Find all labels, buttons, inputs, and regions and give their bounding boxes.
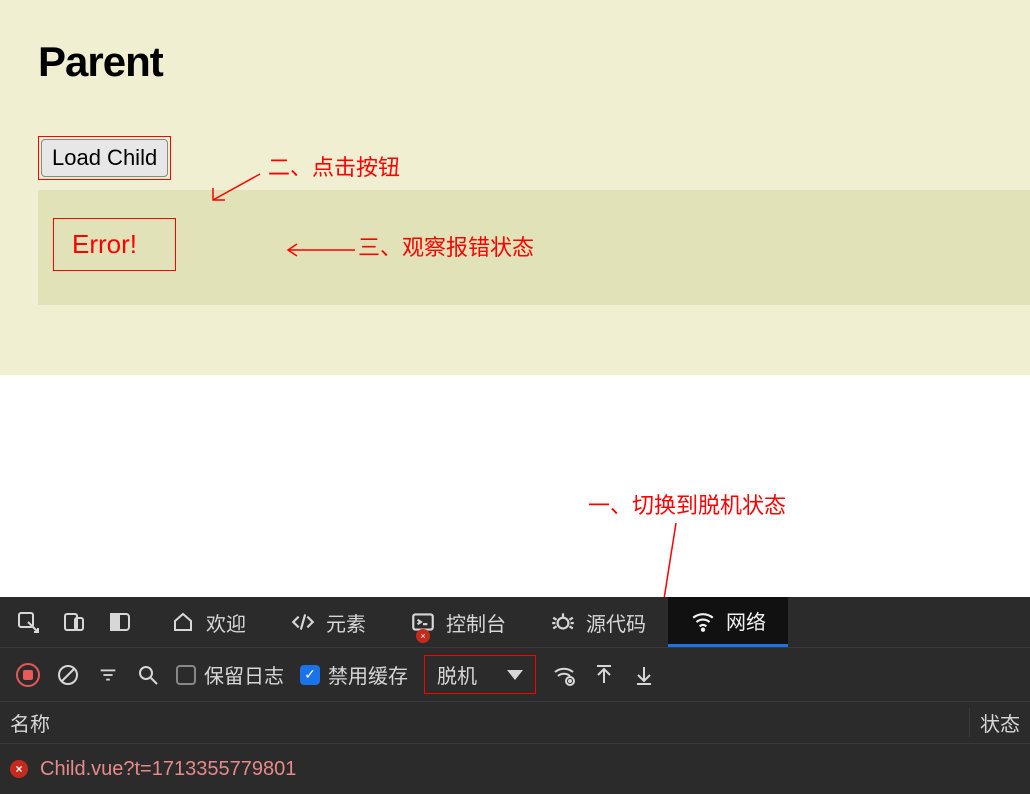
- tab-elements-label: 元素: [326, 608, 366, 637]
- tab-console[interactable]: 控制台 ×: [388, 597, 528, 647]
- throttling-select[interactable]: 脱机: [424, 655, 536, 694]
- network-column-headers: 名称 状态: [0, 701, 1030, 743]
- tab-network-label: 网络: [726, 606, 766, 635]
- tab-elements[interactable]: 元素: [268, 597, 388, 647]
- preserve-log-label: 保留日志: [204, 660, 284, 689]
- inspect-element-icon[interactable]: [16, 610, 40, 634]
- code-icon: [290, 609, 316, 635]
- wifi-icon: [690, 608, 716, 634]
- arrow-icon: [283, 240, 357, 260]
- checkbox-checked-icon: ✓: [300, 665, 320, 685]
- annotation-one: 一、切换到脱机状态: [588, 488, 786, 520]
- tab-network[interactable]: 网络: [668, 597, 788, 647]
- arrow-icon: [205, 168, 265, 208]
- chevron-down-icon: [507, 670, 523, 680]
- error-badge-icon: ×: [416, 629, 430, 643]
- annotation-two: 二、点击按钮: [268, 150, 400, 182]
- checkbox-unchecked-icon: [176, 665, 196, 685]
- request-name: Child.vue?t=1713355779801: [40, 758, 296, 781]
- tab-welcome-label: 欢迎: [206, 608, 246, 637]
- devtools-tabs: 欢迎 元素 控制台 × 源代码 网络: [0, 597, 1030, 647]
- clear-icon[interactable]: [56, 663, 80, 687]
- demo-page-area: Parent Load Child Error! 三、观察报错状态: [0, 0, 1030, 375]
- column-status[interactable]: 状态: [970, 708, 1030, 737]
- devtools-panel: 欢迎 元素 控制台 × 源代码 网络: [0, 597, 1030, 794]
- tab-source[interactable]: 源代码: [528, 597, 668, 647]
- preserve-log-checkbox[interactable]: 保留日志: [176, 660, 284, 689]
- search-icon[interactable]: [136, 663, 160, 687]
- tab-console-label: 控制台: [446, 608, 506, 637]
- home-icon: [170, 609, 196, 635]
- column-name[interactable]: 名称: [0, 708, 970, 737]
- error-icon: ×: [10, 760, 28, 778]
- page-title: Parent: [38, 38, 992, 86]
- disable-cache-label: 禁用缓存: [328, 660, 408, 689]
- device-toggle-icon[interactable]: [62, 610, 86, 634]
- error-message: Error!: [53, 218, 176, 271]
- highlight-box: Load Child: [38, 136, 171, 180]
- filter-icon[interactable]: [96, 663, 120, 687]
- download-icon[interactable]: [632, 663, 656, 687]
- network-toolbar: 保留日志 ✓ 禁用缓存 脱机: [0, 647, 1030, 701]
- load-child-button[interactable]: Load Child: [41, 139, 168, 177]
- network-settings-icon[interactable]: [552, 663, 576, 687]
- network-request-list: × Child.vue?t=1713355779801: [0, 743, 1030, 794]
- disable-cache-checkbox[interactable]: ✓ 禁用缓存: [300, 660, 408, 689]
- throttling-value: 脱机: [437, 660, 477, 689]
- sidebar-toggle-icon[interactable]: [108, 610, 132, 634]
- upload-icon[interactable]: [592, 663, 616, 687]
- record-button[interactable]: [16, 663, 40, 687]
- child-container: Error! 三、观察报错状态: [38, 190, 1030, 305]
- button-row: Load Child: [38, 136, 992, 180]
- tab-source-label: 源代码: [586, 608, 646, 637]
- annotation-three: 三、观察报错状态: [358, 230, 534, 262]
- network-request-row[interactable]: × Child.vue?t=1713355779801: [0, 744, 1030, 794]
- tab-welcome[interactable]: 欢迎: [148, 597, 268, 647]
- bug-icon: [550, 609, 576, 635]
